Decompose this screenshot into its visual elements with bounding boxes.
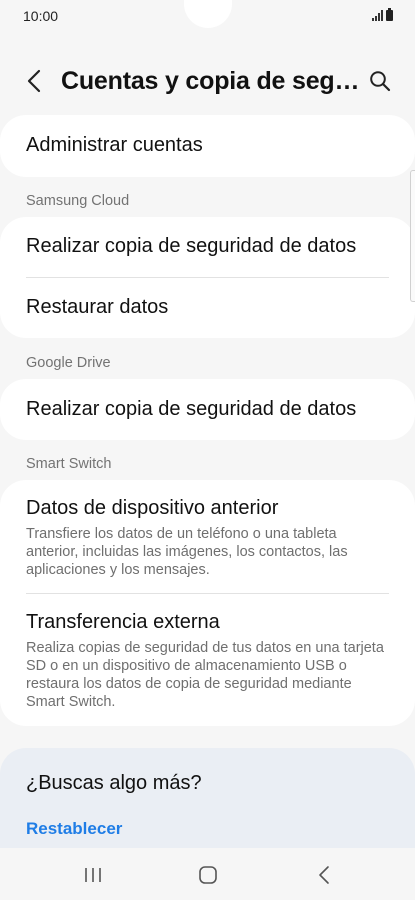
external-transfer-label: Transferencia externa [26, 611, 220, 633]
restore-data-item[interactable]: Restaurar datos [26, 296, 389, 319]
section-header-samsung-cloud: Samsung Cloud [26, 193, 130, 209]
divider [26, 277, 389, 278]
status-bar: 10:00 [0, 0, 415, 34]
section-header-smart-switch: Smart Switch [26, 456, 112, 472]
restore-data-label: Restaurar datos [26, 296, 169, 318]
navigation-bar [0, 848, 415, 900]
manage-accounts-label: Administrar cuentas [26, 134, 203, 156]
page-title: Cuentas y copia de seguridad [61, 67, 361, 95]
samsung-cloud-card: Realizar copia de seguridad de datos Res… [0, 217, 415, 338]
reset-link[interactable]: Restablecer [26, 819, 122, 839]
section-header-google-drive: Google Drive [26, 355, 111, 371]
app-header: Cuentas y copia de seguridad [0, 58, 415, 106]
recent-apps-icon[interactable] [82, 865, 104, 885]
divider [26, 593, 389, 594]
samsung-backup-item[interactable]: Realizar copia de seguridad de datos [26, 235, 389, 258]
battery-icon [386, 8, 393, 21]
previous-device-label: Datos de dispositivo anterior [26, 497, 279, 519]
previous-device-description: Transfiere los datos de un teléfono o un… [26, 526, 348, 578]
google-backup-label: Realizar copia de seguridad de datos [26, 398, 357, 420]
external-transfer-item[interactable]: Transferencia externa Realiza copias de … [26, 611, 389, 711]
external-transfer-description: Realiza copias de seguridad de tus datos… [26, 640, 384, 710]
chevron-left-icon[interactable] [22, 67, 48, 95]
camera-notch [184, 0, 232, 28]
smart-switch-card: Datos de dispositivo anterior Transfiere… [0, 480, 415, 726]
status-time: 10:00 [23, 8, 59, 24]
samsung-backup-label: Realizar copia de seguridad de datos [26, 235, 357, 257]
previous-device-item[interactable]: Datos de dispositivo anterior Transfiere… [26, 497, 389, 579]
search-icon[interactable] [369, 70, 391, 92]
scrollbar[interactable] [410, 170, 415, 302]
looking-for-more-card: ¿Buscas algo más? Restablecer [0, 748, 415, 858]
manage-accounts-card: Administrar cuentas [0, 115, 415, 177]
back-nav-icon[interactable] [314, 864, 336, 886]
google-backup-item[interactable]: Realizar copia de seguridad de datos [26, 398, 389, 421]
google-drive-card: Realizar copia de seguridad de datos [0, 379, 415, 440]
status-icons [372, 8, 393, 21]
looking-for-more-title: ¿Buscas algo más? [26, 772, 202, 794]
home-icon[interactable] [197, 864, 219, 886]
manage-accounts-item[interactable]: Administrar cuentas [26, 134, 389, 157]
signal-icon [372, 9, 383, 21]
